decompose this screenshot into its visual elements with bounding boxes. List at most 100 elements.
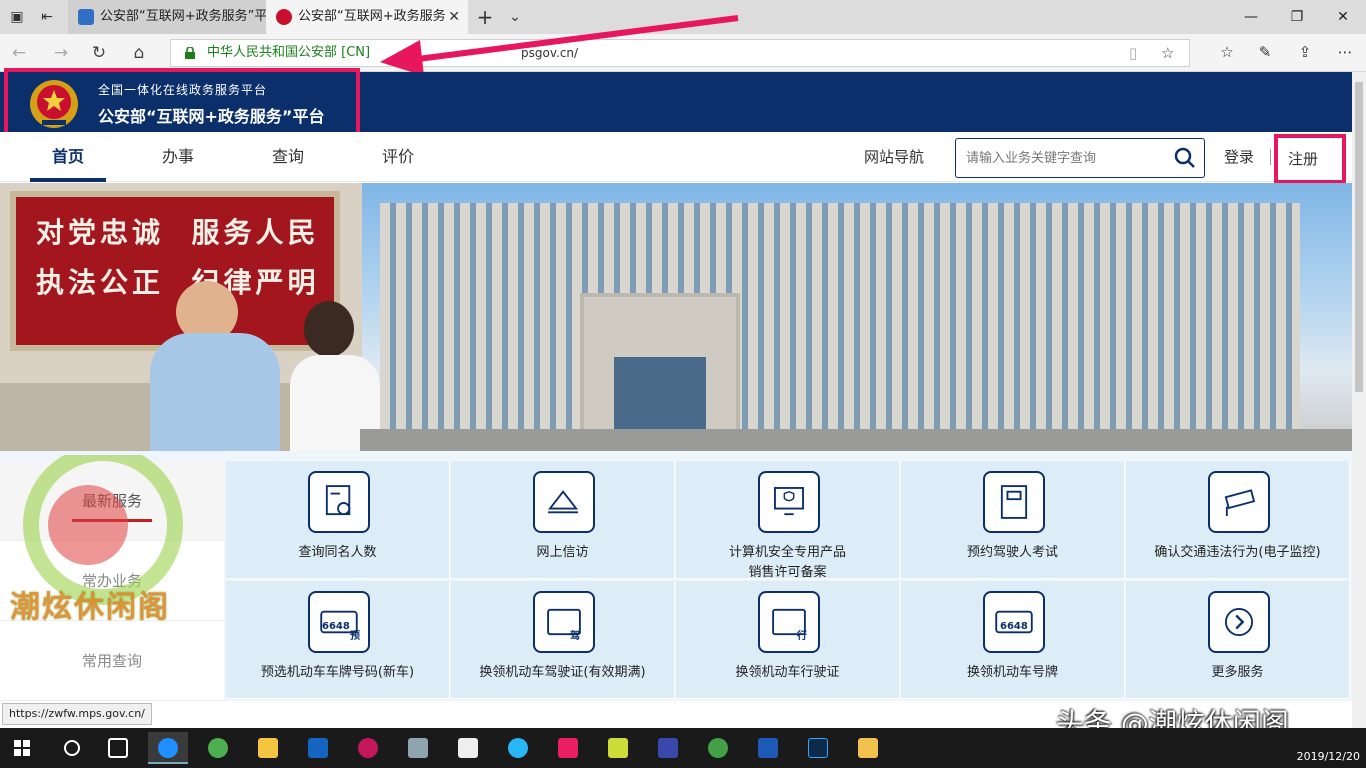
taskbar-mail[interactable] bbox=[448, 732, 488, 764]
driver-license-icon bbox=[533, 591, 595, 653]
set-tabs-aside-icon[interactable]: ⇤ bbox=[38, 8, 56, 26]
new-tab-icon[interactable]: + bbox=[476, 7, 494, 27]
favorite-star-icon[interactable]: ☆ bbox=[1161, 44, 1174, 62]
taskbar-photoshop[interactable] bbox=[798, 732, 838, 764]
taskbar-wechat[interactable] bbox=[698, 732, 738, 764]
word-icon bbox=[758, 738, 778, 758]
minimize-icon[interactable]: — bbox=[1228, 0, 1274, 34]
home-icon[interactable]: ⌂ bbox=[128, 42, 150, 64]
register-link[interactable]: 注册 bbox=[1288, 138, 1318, 180]
taskbar-app-4[interactable] bbox=[348, 732, 388, 764]
url-text[interactable]: psgov.cn/ bbox=[521, 40, 578, 66]
nav-services[interactable]: 办事 bbox=[140, 132, 216, 182]
taskbar-date[interactable]: 2019/12/20 bbox=[1297, 750, 1360, 763]
service-renew-vehicle-license[interactable]: 换领机动车行驶证 bbox=[676, 581, 900, 699]
service-more[interactable]: 更多服务 bbox=[1126, 581, 1350, 699]
service-renew-plate[interactable]: 换领机动车号牌 bbox=[901, 581, 1125, 699]
taskbar-app-8[interactable] bbox=[598, 732, 638, 764]
slogan-board: 对党忠诚 服务人民 执法公正 纪律严明 bbox=[10, 191, 340, 351]
browser-tab-2[interactable]: 公安部“互联网+政务服务 ✕ bbox=[266, 0, 468, 34]
service-driving-exam-booking[interactable]: 预约驾驶人考试 bbox=[901, 461, 1125, 579]
windows-taskbar: 2019/12/20 bbox=[0, 728, 1366, 768]
cortana-button[interactable] bbox=[52, 732, 92, 764]
service-label: 计算机安全专用产品 销售许可备案 bbox=[728, 545, 846, 580]
close-window-icon[interactable]: ✕ bbox=[1320, 0, 1366, 34]
app-puzzle-icon bbox=[258, 738, 278, 758]
status-url-tooltip: https://zwfw.mps.gov.cn/ bbox=[2, 703, 152, 725]
person-search-icon bbox=[308, 471, 370, 533]
service-label: 更多服务 bbox=[1211, 665, 1264, 680]
register-highlight: 注册 bbox=[1274, 134, 1346, 184]
taskbar-app-5[interactable] bbox=[398, 732, 438, 764]
brand-logo-block[interactable]: 全国一体化在线政务服务平台 公安部“互联网+政务服务”平台 bbox=[4, 68, 360, 140]
taskbar-word[interactable] bbox=[748, 732, 788, 764]
taskbar-app-2[interactable] bbox=[248, 732, 288, 764]
entrance-doors bbox=[614, 357, 706, 433]
services-section: 最新服务 常办业务 常用查询 查询同名人数 网上信访 计算机安全专用产品 销售许… bbox=[0, 451, 1352, 701]
tab-list-chevron-icon[interactable]: ⌄ bbox=[506, 8, 524, 26]
favorites-icon[interactable]: ☆ bbox=[1216, 43, 1238, 61]
search-input[interactable] bbox=[966, 147, 1166, 169]
taskbar-app-6[interactable] bbox=[498, 732, 538, 764]
main-nav: 首页 办事 查询 评价 网站导航 登录 注册 bbox=[0, 132, 1352, 184]
search-icon[interactable] bbox=[1174, 147, 1196, 169]
service-name-count[interactable]: 查询同名人数 bbox=[226, 461, 450, 579]
service-online-petition[interactable]: 网上信访 bbox=[451, 461, 675, 579]
service-preselect-plate[interactable]: 预选机动车车牌号码(新车) bbox=[226, 581, 450, 699]
folder-icon bbox=[858, 738, 878, 758]
task-view-button[interactable] bbox=[98, 732, 138, 764]
forward-icon[interactable]: → bbox=[50, 42, 72, 64]
platform-title: 公安部“互联网+政务服务”平台 bbox=[98, 107, 325, 126]
back-icon[interactable]: ← bbox=[8, 42, 30, 64]
taskbar-app-7[interactable] bbox=[548, 732, 588, 764]
browser-tab-bar: ▣ ⇤ 公安部“互联网+政务服务”平 公安部“互联网+政务服务 ✕ + ⌄ — … bbox=[0, 0, 1366, 34]
nav-home[interactable]: 首页 bbox=[30, 132, 106, 182]
reading-view-icon[interactable]: ▯ bbox=[1129, 44, 1137, 62]
browser-tab-1[interactable]: 公安部“互联网+政务服务”平 bbox=[68, 0, 266, 34]
more-menu-icon[interactable]: ⋯ bbox=[1334, 43, 1356, 61]
police-emblem-favicon-icon bbox=[276, 9, 292, 25]
tab-preview-icon[interactable]: ▣ bbox=[8, 8, 26, 26]
app-trash-icon bbox=[408, 738, 428, 758]
close-tab-icon[interactable]: ✕ bbox=[448, 0, 460, 34]
address-bar[interactable]: 中华人民共和国公安部 [CN] psgov.cn/ ▯ ☆ bbox=[170, 39, 1190, 67]
service-security-product-filing[interactable]: 计算机安全专用产品 销售许可备案 bbox=[676, 461, 900, 580]
service-traffic-violation[interactable]: 确认交通违法行为(电子监控) bbox=[1126, 461, 1350, 579]
share-icon[interactable]: ⇪ bbox=[1294, 43, 1316, 61]
plate-number: 6648 bbox=[322, 621, 350, 632]
chevron-right-icon bbox=[1208, 591, 1270, 653]
app-grid-icon bbox=[658, 738, 678, 758]
certificate-label[interactable]: 中华人民共和国公安部 [CN] bbox=[207, 40, 370, 66]
nav-query[interactable]: 查询 bbox=[250, 132, 326, 182]
scroll-thumb[interactable] bbox=[1355, 82, 1363, 392]
taskbar-app-1[interactable] bbox=[198, 732, 238, 764]
pen-notes-icon[interactable]: ✎ bbox=[1254, 43, 1276, 61]
login-link[interactable]: 登录 bbox=[1224, 132, 1254, 182]
app-cloud-icon bbox=[508, 738, 528, 758]
nav-evaluation[interactable]: 评价 bbox=[360, 132, 436, 182]
license-tag: 行 bbox=[797, 631, 807, 642]
vehicle-license-icon bbox=[758, 591, 820, 653]
platform-subtitle: 全国一体化在线政务服务平台 bbox=[98, 83, 268, 97]
taskbar-app-3[interactable] bbox=[298, 732, 338, 764]
ministry-building bbox=[380, 203, 1300, 433]
photoshop-icon bbox=[808, 738, 828, 758]
edge-icon bbox=[158, 738, 178, 758]
site-favicon-icon bbox=[78, 9, 94, 25]
page-scrollbar[interactable] bbox=[1352, 72, 1366, 728]
taskbar-explorer[interactable] bbox=[848, 732, 888, 764]
officer-uniform bbox=[150, 333, 280, 451]
taskbar-edge[interactable] bbox=[148, 732, 188, 764]
tab-frequent-queries[interactable]: 常用查询 bbox=[0, 621, 224, 701]
service-label: 换领机动车驾驶证(有效期满) bbox=[479, 665, 646, 680]
service-label: 预选机动车车牌号码(新车) bbox=[260, 665, 415, 680]
citizen-head bbox=[304, 301, 354, 357]
taskbar-app-9[interactable] bbox=[648, 732, 688, 764]
start-button[interactable] bbox=[2, 732, 42, 764]
restore-icon[interactable]: ❐ bbox=[1274, 0, 1320, 34]
sitemap-link[interactable]: 网站导航 bbox=[864, 132, 924, 182]
tab-latest-services[interactable]: 最新服务 bbox=[0, 461, 224, 541]
app-window-icon bbox=[308, 738, 328, 758]
refresh-icon[interactable]: ↻ bbox=[88, 42, 110, 64]
service-renew-driver-license[interactable]: 换领机动车驾驶证(有效期满) bbox=[451, 581, 675, 699]
